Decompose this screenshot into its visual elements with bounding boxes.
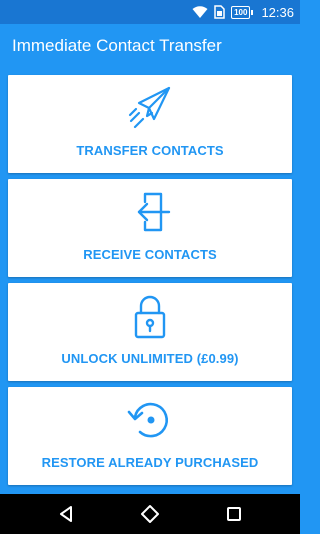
clock: 12:36	[261, 4, 294, 20]
padlock-icon	[125, 291, 175, 341]
navigation-bar	[0, 494, 300, 534]
app-title: Immediate Contact Transfer	[12, 36, 222, 55]
unlock-unlimited-label: UNLOCK UNLIMITED (£0.99)	[61, 351, 239, 366]
battery-level: 100	[231, 5, 251, 19]
restore-purchased-label: RESTORE ALREADY PURCHASED	[41, 455, 259, 470]
back-icon[interactable]	[54, 502, 78, 526]
transfer-contacts-button[interactable]: TRANSFER CONTACTS	[8, 75, 292, 173]
recents-icon[interactable]	[222, 502, 246, 526]
transfer-contacts-label: TRANSFER CONTACTS	[76, 143, 224, 158]
paper-plane-icon	[125, 83, 175, 133]
status-bar: 100 12:36	[0, 0, 300, 24]
battery-icon: 100	[231, 5, 254, 19]
receive-contacts-label: RECEIVE CONTACTS	[83, 247, 217, 262]
battery-tip	[251, 9, 254, 15]
unlock-unlimited-button[interactable]: UNLOCK UNLIMITED (£0.99)	[8, 283, 292, 381]
app-bar: Immediate Contact Transfer	[0, 24, 300, 70]
home-icon[interactable]	[138, 502, 162, 526]
status-icons: 100 12:36	[192, 3, 294, 21]
restore-icon	[125, 395, 175, 445]
receive-contacts-button[interactable]: RECEIVE CONTACTS	[8, 179, 292, 277]
door-enter-icon	[125, 187, 175, 237]
wifi-icon	[192, 5, 208, 19]
sim-icon	[214, 5, 225, 19]
restore-purchased-button[interactable]: RESTORE ALREADY PURCHASED	[8, 387, 292, 485]
